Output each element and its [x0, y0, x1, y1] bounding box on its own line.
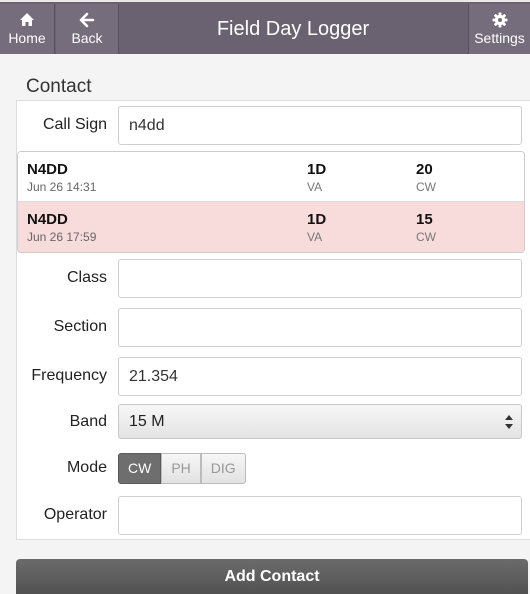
band-label: Band [69, 413, 107, 430]
contact-history-list: N4DD Jun 26 14:31 1D VA 20 CW N4DD Jun 2… [17, 151, 525, 253]
mode-dig-button[interactable]: DIG [200, 453, 246, 484]
home-label: Home [8, 30, 46, 46]
class-label: Class [66, 269, 107, 286]
select-arrows-icon [505, 415, 513, 429]
call-sign-input[interactable]: n4dd [118, 106, 522, 145]
settings-button[interactable]: Settings [468, 4, 530, 54]
history-time: Jun 26 14:31 [27, 180, 97, 194]
back-button[interactable]: Back [56, 4, 119, 54]
band-selected-value: 15 M [129, 413, 165, 430]
frequency-label: Frequency [31, 367, 107, 384]
mode-toggle-group: CW PH DIG [118, 453, 246, 484]
arrow-left-icon [79, 12, 95, 28]
gear-icon [492, 12, 507, 28]
operator-input[interactable] [118, 496, 522, 535]
history-band: 15 [416, 211, 433, 228]
history-row-duplicate[interactable]: N4DD Jun 26 17:59 1D VA 15 CW [18, 202, 524, 252]
mode-label: Mode [66, 459, 107, 476]
page-title: Field Day Logger [216, 17, 370, 40]
frequency-input[interactable]: 21.354 [118, 357, 522, 396]
history-section: VA [307, 230, 323, 244]
mode-ph-button[interactable]: PH [161, 453, 201, 484]
back-label: Back [71, 30, 103, 46]
history-row[interactable]: N4DD Jun 26 14:31 1D VA 20 CW [18, 152, 524, 202]
history-class: 1D [307, 161, 327, 178]
settings-label: Settings [474, 30, 525, 46]
class-input[interactable] [118, 259, 522, 298]
add-contact-button[interactable]: Add Contact [16, 559, 528, 594]
band-select[interactable]: 15 M [118, 404, 522, 439]
history-mode: CW [416, 180, 436, 194]
history-class: 1D [307, 211, 327, 228]
operator-label: Operator [43, 506, 107, 523]
home-icon [20, 13, 34, 26]
section-label: Section [53, 318, 107, 335]
history-call: N4DD [27, 211, 68, 228]
history-section: VA [307, 180, 323, 194]
home-button[interactable]: Home [0, 4, 55, 54]
history-mode: CW [416, 230, 436, 244]
section-input[interactable] [118, 308, 522, 347]
history-time: Jun 26 17:59 [27, 230, 97, 244]
header-bar: Home Back Field Day Logger Settings [0, 0, 530, 54]
call-sign-label: Call Sign [42, 116, 107, 133]
history-call: N4DD [27, 161, 68, 178]
history-band: 20 [416, 161, 433, 178]
mode-cw-button[interactable]: CW [118, 453, 162, 484]
section-title: Contact [26, 76, 92, 97]
